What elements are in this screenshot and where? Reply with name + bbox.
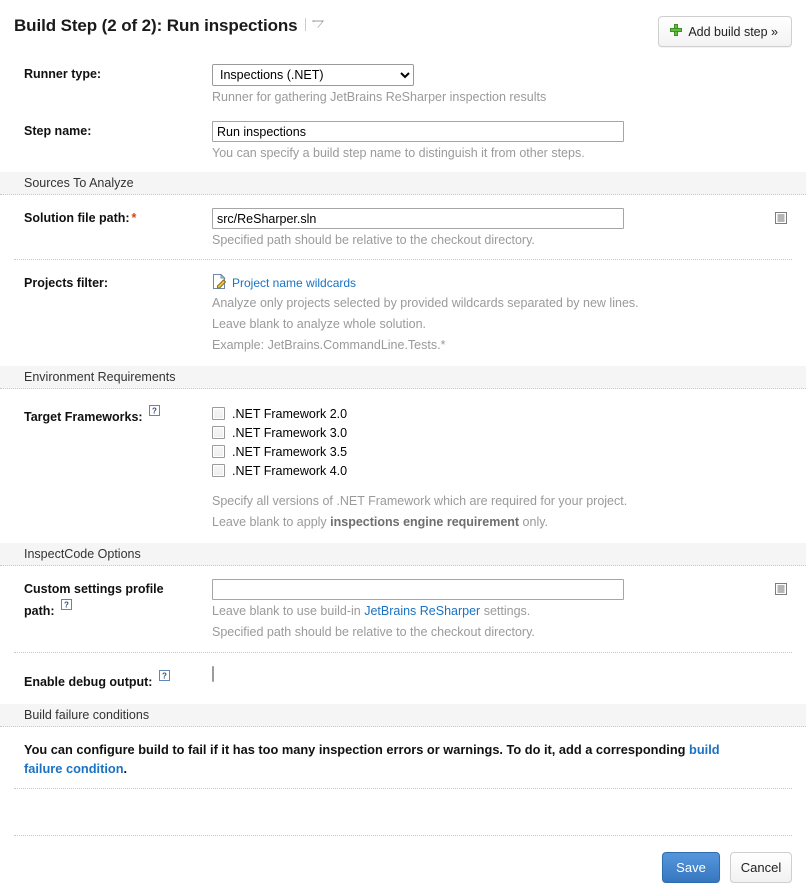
- framework-label-4-0[interactable]: .NET Framework 4.0: [232, 464, 347, 478]
- form-footer: Save Cancel: [0, 836, 806, 883]
- target-frameworks-label: Target Frameworks: ?: [14, 400, 212, 426]
- custom-settings-label: Custom settings profile path: ?: [14, 577, 212, 620]
- page-title: Build Step (2 of 2): Run inspections: [14, 16, 298, 35]
- custom-settings-input-wrap: [212, 579, 792, 600]
- enable-debug-label: Enable debug output: ?: [14, 665, 212, 691]
- build-failure-text-pre: You can configure build to fail if it ha…: [24, 742, 690, 758]
- framework-label-2-0[interactable]: .NET Framework 2.0: [232, 407, 347, 421]
- solution-path-input[interactable]: [212, 208, 624, 229]
- runner-type-field: Inspections (.NET) Runner for gathering …: [212, 62, 792, 107]
- hint-post: settings.: [480, 604, 531, 618]
- section-header-sources: Sources To Analyze: [0, 171, 806, 195]
- custom-settings-label-line2: path:: [24, 604, 55, 619]
- section-header-inspectcode: InspectCode Options: [0, 542, 806, 566]
- runner-type-label: Runner type:: [24, 67, 102, 81]
- section-header-environment: Environment Requirements: [0, 365, 806, 389]
- save-button[interactable]: Save: [662, 852, 720, 883]
- framework-option-row[interactable]: .NET Framework 3.5: [212, 442, 792, 461]
- framework-checkbox-3-5[interactable]: [212, 445, 225, 458]
- svg-text:?: ?: [64, 600, 69, 609]
- step-name-hint: You can specify a build step name to dis…: [212, 146, 585, 160]
- projects-filter-label: Projects filter:: [24, 276, 109, 290]
- edit-document-icon: [212, 273, 227, 292]
- framework-checkbox-4-0[interactable]: [212, 464, 225, 477]
- step-name-input[interactable]: [212, 121, 624, 142]
- project-name-wildcards-link[interactable]: Project name wildcards: [232, 276, 356, 290]
- solution-path-hint: Specified path should be relative to the…: [212, 233, 535, 247]
- build-failure-note: You can configure build to fail if it ha…: [0, 727, 806, 788]
- step-name-field: You can specify a build step name to dis…: [212, 119, 792, 163]
- framework-option-row[interactable]: .NET Framework 4.0: [212, 461, 792, 480]
- add-build-step-button[interactable]: Add build step »: [658, 16, 792, 47]
- projects-filter-hint-2: Leave blank to analyze whole solution.: [212, 317, 427, 331]
- solution-path-label: Solution file path: *: [14, 206, 212, 227]
- runner-type-row: Runner type: Inspections (.NET) Runner f…: [0, 56, 806, 107]
- page-title-wrap: Build Step (2 of 2): Run inspections: [14, 16, 325, 36]
- custom-settings-field: Leave blank to use build-in JetBrains Re…: [212, 577, 792, 642]
- section-header-build-failure: Build failure conditions: [0, 703, 806, 728]
- svg-text:?: ?: [162, 671, 167, 680]
- jetbrains-resharper-link[interactable]: JetBrains ReSharper: [364, 604, 480, 618]
- required-marker: *: [131, 211, 137, 225]
- solution-path-input-wrap: [212, 208, 792, 229]
- target-frameworks-field: .NET Framework 2.0 .NET Framework 3.0 .N…: [212, 400, 792, 532]
- framework-label-3-0[interactable]: .NET Framework 3.0: [232, 426, 347, 440]
- solution-path-row: Solution file path:* Specified path shou…: [0, 195, 806, 250]
- page-header: Build Step (2 of 2): Run inspections Add…: [0, 0, 806, 56]
- custom-settings-input[interactable]: [212, 579, 624, 600]
- hint-bold: inspections engine requirement: [330, 515, 520, 529]
- file-picker-icon[interactable]: [774, 211, 788, 228]
- custom-settings-hint-2: Specified path should be relative to the…: [212, 625, 535, 639]
- projects-filter-row: Projects filter: Project name wildcards …: [0, 260, 806, 355]
- build-failure-text-post: .: [123, 761, 128, 777]
- file-picker-icon[interactable]: [774, 582, 788, 599]
- projects-filter-hint-1: Analyze only projects selected by provid…: [212, 296, 639, 310]
- chevron-down-icon[interactable]: [304, 18, 325, 31]
- target-frameworks-hint-2: Leave blank to apply inspections engine …: [212, 511, 792, 532]
- hint-post: only.: [519, 515, 549, 529]
- framework-checkbox-3-0[interactable]: [212, 426, 225, 439]
- enable-debug-checkbox[interactable]: [212, 666, 214, 682]
- projects-filter-field: Project name wildcards Analyze only proj…: [212, 271, 792, 355]
- help-icon[interactable]: ?: [149, 404, 161, 421]
- hint-pre: Leave blank to use build-in: [212, 604, 365, 618]
- step-name-label: Step name:: [24, 124, 92, 138]
- framework-option-row[interactable]: .NET Framework 3.0: [212, 423, 792, 442]
- cancel-button[interactable]: Cancel: [730, 852, 792, 883]
- enable-debug-field: [212, 665, 792, 682]
- solution-path-field: Specified path should be relative to the…: [212, 206, 792, 250]
- custom-settings-label-line2-wrap: path: ?: [24, 598, 212, 620]
- enable-debug-label-text: Enable debug output:: [24, 675, 153, 690]
- framework-label-3-5[interactable]: .NET Framework 3.5: [232, 445, 347, 459]
- projects-filter-link-row: Project name wildcards: [212, 273, 792, 292]
- help-icon[interactable]: ?: [61, 598, 73, 615]
- plus-icon: [670, 24, 683, 39]
- projects-filter-hint-3: Example: JetBrains.CommandLine.Tests.*: [212, 338, 446, 352]
- enable-debug-row: Enable debug output: ?: [0, 653, 806, 691]
- framework-checkbox-2-0[interactable]: [212, 407, 225, 420]
- svg-text:?: ?: [152, 406, 157, 415]
- solution-path-label-text: Solution file path:: [24, 211, 130, 225]
- help-icon[interactable]: ?: [158, 669, 170, 686]
- custom-settings-label-line1: Custom settings profile: [24, 582, 164, 596]
- hint-pre: Leave blank to apply: [212, 515, 331, 529]
- custom-settings-row: Custom settings profile path: ? Leave bl…: [0, 566, 806, 642]
- target-frameworks-hint-1: Specify all versions of .NET Framework w…: [212, 494, 628, 508]
- add-build-step-label: Add build step »: [688, 24, 778, 39]
- target-frameworks-row: Target Frameworks: ? .NET Framework 2.0 …: [0, 389, 806, 532]
- build-step-form: Runner type: Inspections (.NET) Runner f…: [0, 56, 806, 883]
- runner-type-hint: Runner for gathering JetBrains ReSharper…: [212, 90, 547, 104]
- framework-option-row[interactable]: .NET Framework 2.0: [212, 404, 792, 423]
- step-name-row: Step name: You can specify a build step …: [0, 107, 806, 163]
- custom-settings-hint-1: Leave blank to use build-in JetBrains Re…: [212, 600, 792, 621]
- runner-type-select[interactable]: Inspections (.NET): [212, 64, 414, 86]
- target-frameworks-label-text: Target Frameworks:: [24, 410, 143, 425]
